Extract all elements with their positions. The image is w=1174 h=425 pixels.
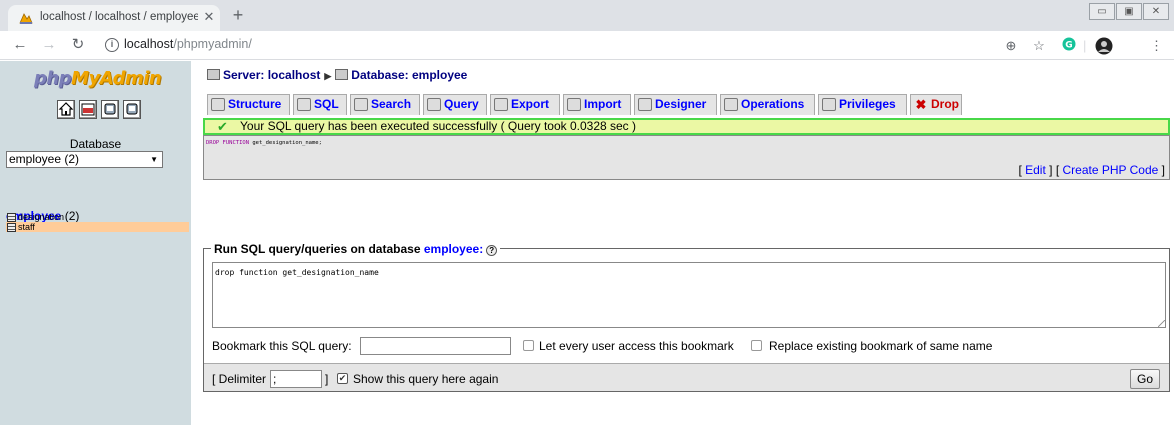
minimize-icon[interactable]: ▭ [1089, 3, 1115, 20]
tab-close-icon[interactable]: ✕ [202, 9, 216, 25]
table-name: staff [18, 222, 35, 232]
export-icon [494, 98, 508, 111]
query-footer: [ Delimiter ] ✔ Show this query here aga… [204, 363, 1169, 391]
server-icon [207, 69, 220, 80]
tab-search[interactable]: Search [350, 94, 420, 115]
tab-drop[interactable]: ✖ Drop [910, 94, 962, 115]
tab-operations[interactable]: Operations [720, 94, 815, 115]
bookmark-star-icon[interactable]: ☆ [1031, 37, 1047, 54]
show-query-label: Show this query here again [353, 372, 499, 386]
privileges-icon [822, 98, 836, 111]
delimiter-input[interactable] [270, 370, 322, 388]
bookmark-label: Bookmark this SQL query: [212, 339, 352, 353]
table-item-staff[interactable]: staff [6, 222, 189, 232]
delimiter-close: ] [325, 372, 329, 386]
search-icon [354, 98, 368, 111]
sql-query-textarea[interactable]: drop function get_designation_name [212, 262, 1166, 328]
table-item-designation[interactable]: designation [6, 212, 189, 222]
tab-title: localhost / localhost / employee [40, 11, 198, 23]
database-tabs: Structure SQL Search Query Export Import… [207, 94, 967, 115]
table-icon [7, 223, 16, 232]
edit-link[interactable]: Edit [1025, 163, 1046, 177]
database-select-value: employee (2) [9, 152, 80, 166]
phpmyadmin-logo[interactable]: phpMyAdmin [34, 68, 162, 89]
table-name: designation [18, 212, 65, 222]
docs-icon[interactable] [101, 100, 119, 119]
success-text: Your SQL query has been executed success… [240, 119, 636, 133]
operations-icon [724, 98, 738, 111]
bookmark-input[interactable] [360, 337, 511, 355]
sql-links: [ Edit ] [ Create PHP Code ] [203, 163, 1170, 179]
dropdown-arrow-icon: ▼ [150, 155, 158, 164]
access-bookmark-label: Let every user access this bookmark [539, 339, 734, 353]
help-icon[interactable]: ? [486, 245, 498, 256]
checkmark-icon: ✔ [217, 119, 228, 134]
delimiter-label: [ Delimiter [212, 372, 267, 386]
import-icon [567, 98, 581, 111]
browser-toolbar: ← → ↻ i localhost/phpmyadmin/ ⊕ ☆ G | ⋮ [0, 31, 1174, 60]
create-php-code-link[interactable]: Create PHP Code [1062, 163, 1158, 177]
toolbar-divider: | [1083, 38, 1087, 53]
url-path: /phpmyadmin/ [173, 37, 252, 51]
sql-icon [297, 98, 311, 111]
legend-database-link[interactable]: employee: [424, 242, 483, 256]
access-bookmark-checkbox[interactable] [523, 340, 534, 351]
menu-kebab-icon[interactable]: ⋮ [1150, 37, 1163, 54]
new-tab-icon[interactable]: + [228, 6, 248, 26]
success-message: ✔ Your SQL query has been executed succe… [203, 118, 1170, 135]
replace-bookmark-checkbox[interactable] [751, 340, 762, 351]
go-button[interactable]: Go [1130, 369, 1160, 389]
table-icon [7, 213, 16, 222]
address-bar[interactable]: localhost/phpmyadmin/ [124, 37, 252, 51]
phpmyadmin-favicon-icon [19, 13, 33, 24]
tab-designer[interactable]: Designer [634, 94, 717, 115]
window-controls: ▭ ▣ ✕ [1089, 3, 1169, 21]
breadcrumb-database[interactable]: Database: employee [351, 68, 467, 82]
resize-grip-icon[interactable] [1158, 320, 1165, 327]
sql-window-icon[interactable] [79, 100, 97, 119]
tab-export[interactable]: Export [490, 94, 560, 115]
tab-query[interactable]: Query [423, 94, 487, 115]
database-icon [335, 69, 349, 80]
structure-icon [211, 98, 225, 111]
nav-icon-bar [57, 100, 145, 120]
browser-tab[interactable]: localhost / localhost / employee ✕ [8, 5, 220, 31]
window-close-icon[interactable]: ✕ [1143, 3, 1169, 20]
breadcrumb-separator-icon: ▶ [324, 71, 332, 81]
extension-grammarly-icon[interactable]: G [1062, 37, 1076, 54]
browser-tabstrip: localhost / localhost / employee ✕ + ▭ ▣… [0, 0, 1174, 31]
query-window-icon[interactable] [123, 100, 141, 119]
database-label: Database [69, 137, 122, 151]
back-icon[interactable]: ← [12, 37, 28, 53]
site-info-icon[interactable]: i [105, 38, 119, 52]
reload-icon[interactable]: ↻ [70, 37, 86, 53]
breadcrumb: Server: localhost ▶ Database: employee [207, 68, 467, 82]
replace-bookmark-label: Replace existing bookmark of same name [769, 339, 993, 353]
database-select[interactable]: employee (2) ▼ [6, 151, 163, 168]
svg-text:G: G [1065, 41, 1072, 51]
bookmark-row: Bookmark this SQL query: Let every user … [212, 337, 1166, 357]
tab-structure[interactable]: Structure [207, 94, 290, 115]
profile-avatar[interactable] [1094, 37, 1114, 55]
designer-icon [638, 98, 652, 111]
home-icon[interactable] [57, 100, 75, 119]
tab-privileges[interactable]: Privileges [818, 94, 907, 115]
url-host: localhost [124, 37, 174, 51]
breadcrumb-server[interactable]: Server: localhost [223, 68, 320, 82]
forward-icon[interactable]: → [41, 37, 57, 53]
query-icon [427, 98, 441, 111]
navigation-pane: phpMyAdmin Database employee (2) ▼ emplo… [0, 61, 191, 425]
maximize-icon[interactable]: ▣ [1116, 3, 1142, 20]
executed-sql: DROP FUNCTION get_designation_name; [206, 140, 322, 146]
query-legend: Run SQL query/queries on database employ… [211, 242, 501, 256]
zoom-icon[interactable]: ⊕ [1003, 37, 1019, 54]
tab-sql[interactable]: SQL [293, 94, 347, 115]
tab-import[interactable]: Import [563, 94, 631, 115]
drop-x-icon: ✖ [915, 97, 927, 112]
show-query-checkbox[interactable]: ✔ [337, 373, 348, 384]
